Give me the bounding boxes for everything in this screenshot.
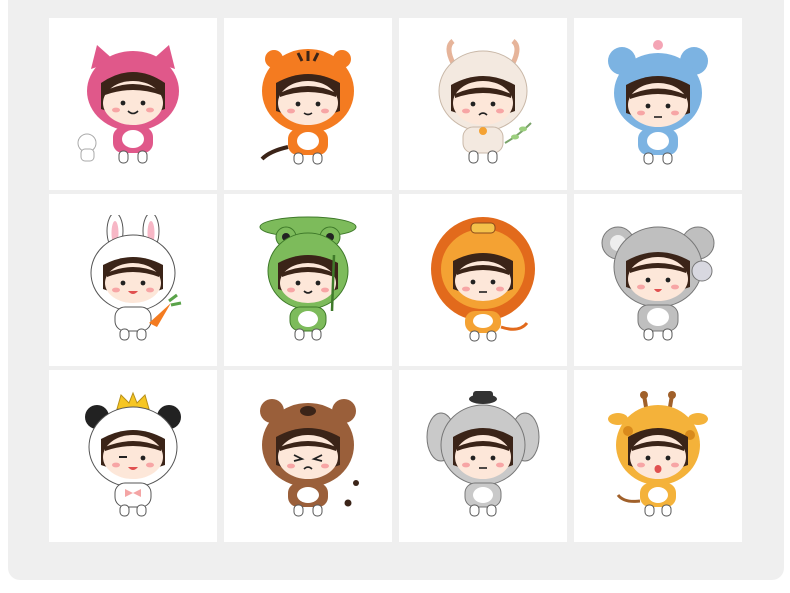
tiger-costume-icon bbox=[260, 49, 354, 165]
sticker-card-koala[interactable] bbox=[574, 194, 742, 366]
koala-costume-icon bbox=[601, 226, 715, 341]
panda-costume-icon bbox=[85, 391, 181, 517]
sticker-card-lion[interactable] bbox=[399, 194, 567, 366]
goat-costume-icon bbox=[438, 39, 532, 164]
giraffe-costume-icon bbox=[608, 391, 708, 517]
sticker-card-panda[interactable] bbox=[49, 370, 217, 542]
mouse-costume-icon bbox=[608, 40, 708, 165]
sticker-card-mouse[interactable] bbox=[574, 18, 742, 190]
sticker-card-elephant[interactable] bbox=[399, 370, 567, 542]
sticker-card-rabbit[interactable] bbox=[49, 194, 217, 366]
sticker-card-bear[interactable] bbox=[224, 370, 392, 542]
sticker-card-frog[interactable] bbox=[224, 194, 392, 366]
elephant-costume-icon bbox=[426, 391, 540, 517]
rabbit-costume-icon bbox=[90, 215, 182, 341]
sticker-card-cat[interactable] bbox=[49, 18, 217, 190]
bear-costume-icon bbox=[260, 399, 359, 517]
lion-costume-icon bbox=[431, 217, 535, 342]
sticker-card-goat[interactable] bbox=[399, 18, 567, 190]
sticker-card-giraffe[interactable] bbox=[574, 370, 742, 542]
sticker-grid bbox=[49, 18, 742, 542]
cat-costume-icon bbox=[77, 45, 179, 164]
sticker-card-tiger[interactable] bbox=[224, 18, 392, 190]
frog-costume-icon bbox=[259, 216, 357, 341]
